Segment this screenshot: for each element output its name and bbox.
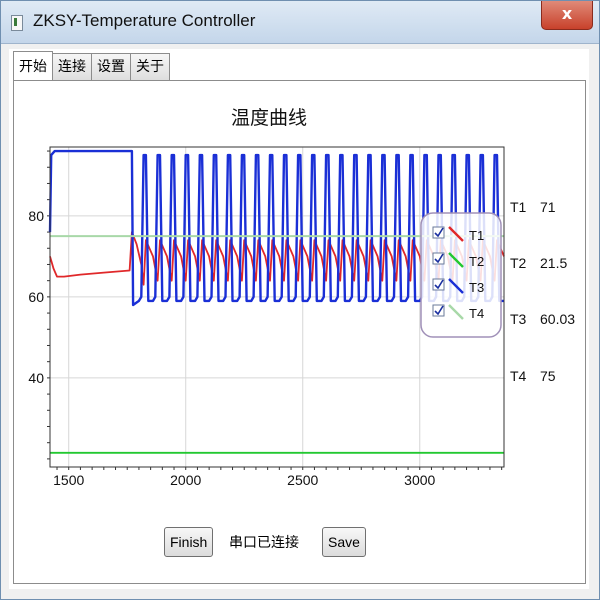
legend-label-t4: T4 (469, 306, 484, 321)
readout-t3-label: T3 (510, 311, 527, 327)
y-tick-label: 40 (28, 370, 44, 386)
readout-t3-value: 60.03 (540, 311, 576, 327)
readout-t2: T2 21.5 (510, 255, 580, 271)
readout-t3: T3 60.03 (510, 311, 580, 327)
tab-panel-start: 温度曲线 1500 2000 2500 3000 40 60 80 T1 T2 T3 T4 T1 71… (13, 80, 586, 584)
readout-t1-label: T1 (510, 199, 527, 215)
client-area: 开始 连接 设置 关于 温度曲线 1500 2000 2500 3000 40 60 80 T… (9, 49, 589, 589)
readout-t4-label: T4 (510, 368, 527, 384)
tab-settings[interactable]: 设置 (91, 53, 131, 80)
y-tick-label: 60 (28, 289, 44, 305)
tab-strip: 开始 连接 设置 关于 (13, 51, 170, 81)
readout-t1-value: 71 (540, 199, 556, 215)
readout-t1: T1 71 (510, 199, 580, 215)
save-button[interactable]: Save (322, 527, 366, 557)
x-tick-label: 3000 (404, 472, 435, 488)
readout-t4: T4 75 (510, 368, 580, 384)
close-button[interactable]: x (541, 1, 593, 30)
tab-connect[interactable]: 连接 (52, 53, 92, 80)
x-tick-label: 2500 (287, 472, 318, 488)
title-bar[interactable]: ZKSY-Temperature Controller x (1, 1, 599, 44)
readout-t2-label: T2 (510, 255, 527, 271)
readout-t4-value: 75 (540, 368, 556, 384)
legend-label-t2: T2 (469, 254, 484, 269)
window-title: ZKSY-Temperature Controller (33, 11, 256, 30)
tab-about[interactable]: 关于 (130, 53, 170, 80)
x-tick-label: 1500 (53, 472, 84, 488)
app-window: ZKSY-Temperature Controller x 开始 连接 设置 关… (0, 0, 600, 600)
legend-label-t1: T1 (469, 228, 484, 243)
app-icon (11, 15, 23, 31)
y-tick-label: 80 (28, 208, 44, 224)
temperature-chart: 1500 2000 2500 3000 40 60 80 T1 T2 T3 T4 (28, 146, 505, 488)
finish-button[interactable]: Finish (164, 527, 214, 557)
x-tick-label: 2000 (170, 472, 201, 488)
tab-start[interactable]: 开始 (13, 51, 53, 80)
serial-status-text: 串口已连接 (229, 535, 299, 551)
readout-t2-value: 21.5 (540, 255, 568, 271)
legend-label-t3: T3 (469, 280, 484, 295)
